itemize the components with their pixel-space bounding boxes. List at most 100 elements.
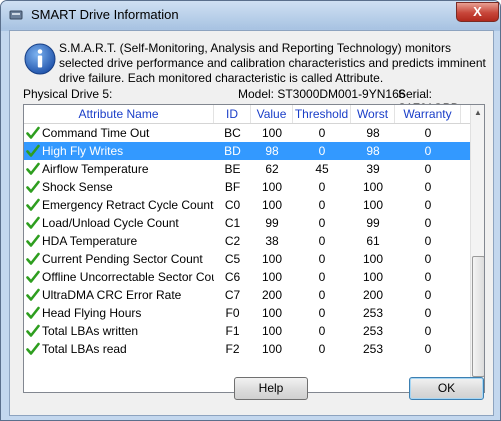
cell-warranty: 0: [424, 306, 432, 320]
cell-value: 100: [261, 252, 283, 266]
table-row[interactable]: HDA Temperature C2 38 0 61 0: [24, 232, 470, 250]
attributes-table[interactable]: Attribute Name ID Value Threshold Worst …: [23, 104, 485, 393]
table-row[interactable]: High Fly Writes BD 98 0 98 0: [24, 142, 470, 160]
cell-id: C5: [224, 252, 241, 266]
cell-warranty: 0: [424, 144, 432, 158]
cell-name: UltraDMA CRC Error Rate: [42, 288, 182, 302]
scroll-up-arrow-icon[interactable]: ▲: [471, 105, 484, 121]
cell-value: 100: [261, 324, 283, 338]
green-checkmark-icon: [26, 324, 40, 337]
cell-threshold: 45: [315, 162, 329, 176]
drive-info-icon: [9, 10, 23, 20]
cell-value: 100: [261, 306, 283, 320]
cell-threshold: 0: [318, 342, 326, 356]
table-row[interactable]: Offline Uncorrectable Sector Count C6 100 0…: [24, 268, 470, 286]
smart-drive-window: SMART Drive Information X S.M.A.R.T. (Se…: [0, 0, 501, 421]
cell-name: Total LBAs written: [42, 324, 139, 338]
table-row[interactable]: Total LBAs written F1 100 0 253 0: [24, 322, 470, 340]
title-bar[interactable]: SMART Drive Information X: [1, 1, 500, 29]
table-row[interactable]: Emergency Retract Cycle Count C0 100 0 100 0: [24, 196, 470, 214]
green-checkmark-icon: [26, 306, 40, 319]
table-row[interactable]: Current Pending Sector Count C5 100 0 100 0: [24, 250, 470, 268]
green-checkmark-icon: [26, 180, 40, 193]
vertical-scrollbar[interactable]: ▲ ▼: [470, 105, 484, 392]
table-row[interactable]: UltraDMA CRC Error Rate C7 200 0 200 0: [24, 286, 470, 304]
table-row[interactable]: Shock Sense BF 100 0 100 0: [24, 178, 470, 196]
cell-id: BE: [224, 162, 241, 176]
green-checkmark-icon: [26, 288, 40, 301]
cell-warranty: 0: [424, 252, 432, 266]
table-row[interactable]: Command Time Out BC 100 0 98 0: [24, 124, 470, 142]
cell-value: 100: [261, 342, 283, 356]
green-checkmark-icon: [26, 216, 40, 229]
table-row[interactable]: Total LBAs read F2 100 0 253 0: [24, 340, 470, 358]
column-header-value[interactable]: Value: [251, 105, 293, 123]
green-checkmark-icon: [26, 144, 40, 157]
cell-name: Offline Uncorrectable Sector Count: [42, 270, 214, 284]
ok-button[interactable]: OK: [409, 377, 484, 400]
cell-worst: 99: [366, 216, 380, 230]
cell-value: 100: [261, 198, 283, 212]
table-row[interactable]: Airflow Temperature BE 62 45 39 0: [24, 160, 470, 178]
table-row[interactable]: Head Flying Hours F0 100 0 253 0: [24, 304, 470, 322]
cell-threshold: 0: [318, 324, 326, 338]
table-row[interactable]: Load/Unload Cycle Count C1 99 0 99 0: [24, 214, 470, 232]
cell-name: Head Flying Hours: [42, 306, 142, 320]
cell-worst: 39: [366, 162, 380, 176]
green-checkmark-icon: [26, 162, 40, 175]
cell-worst: 100: [362, 270, 384, 284]
cell-warranty: 0: [424, 342, 432, 356]
cell-value: 99: [265, 216, 279, 230]
cell-name: Total LBAs read: [42, 342, 127, 356]
green-checkmark-icon: [26, 126, 40, 139]
cell-threshold: 0: [318, 126, 326, 140]
column-header-threshold[interactable]: Threshold: [293, 105, 351, 123]
cell-value: 100: [261, 126, 283, 140]
cell-warranty: 0: [424, 126, 432, 140]
smart-description: S.M.A.R.T. (Self-Monitoring, Analysis an…: [59, 41, 486, 85]
cell-id: BF: [224, 180, 241, 194]
cell-value: 100: [261, 180, 283, 194]
green-checkmark-icon: [26, 342, 40, 355]
column-header-id[interactable]: ID: [214, 105, 251, 123]
cell-value: 100: [261, 270, 283, 284]
cell-worst: 61: [366, 234, 380, 248]
physical-drive-label: Physical Drive 5:: [23, 87, 113, 101]
cell-worst: 100: [362, 198, 384, 212]
cell-name: Command Time Out: [42, 126, 150, 140]
scroll-thumb[interactable]: [472, 256, 484, 377]
column-header-warranty[interactable]: Warranty: [395, 105, 461, 123]
cell-id: C2: [224, 234, 241, 248]
cell-threshold: 0: [318, 234, 326, 248]
column-header-attribute-name[interactable]: Attribute Name: [24, 105, 214, 123]
cell-warranty: 0: [424, 180, 432, 194]
cell-value: 38: [265, 234, 279, 248]
cell-threshold: 0: [318, 180, 326, 194]
cell-warranty: 0: [424, 270, 432, 284]
cell-id: C7: [224, 288, 241, 302]
help-button[interactable]: Help: [234, 377, 308, 400]
drive-model: Model: ST3000DM001-9YN166: [238, 87, 406, 101]
cell-warranty: 0: [424, 234, 432, 248]
cell-worst: 98: [366, 144, 380, 158]
cell-threshold: 0: [318, 270, 326, 284]
close-button[interactable]: X: [456, 2, 499, 22]
cell-worst: 100: [362, 252, 384, 266]
green-checkmark-icon: [26, 198, 40, 211]
column-header-worst[interactable]: Worst: [351, 105, 395, 123]
cell-id: BC: [224, 126, 241, 140]
info-icon: [24, 43, 56, 75]
dialog-body: S.M.A.R.T. (Self-Monitoring, Analysis an…: [9, 30, 494, 416]
cell-worst: 253: [362, 324, 384, 338]
cell-worst: 98: [366, 126, 380, 140]
cell-warranty: 0: [424, 162, 432, 176]
table-header: Attribute Name ID Value Threshold Worst …: [24, 105, 470, 124]
cell-value: 62: [265, 162, 279, 176]
cell-threshold: 0: [318, 252, 326, 266]
cell-worst: 100: [362, 180, 384, 194]
cell-threshold: 0: [318, 216, 326, 230]
cell-warranty: 0: [424, 324, 432, 338]
cell-id: F2: [225, 342, 240, 356]
cell-worst: 200: [362, 288, 384, 302]
cell-id: F1: [225, 324, 240, 338]
